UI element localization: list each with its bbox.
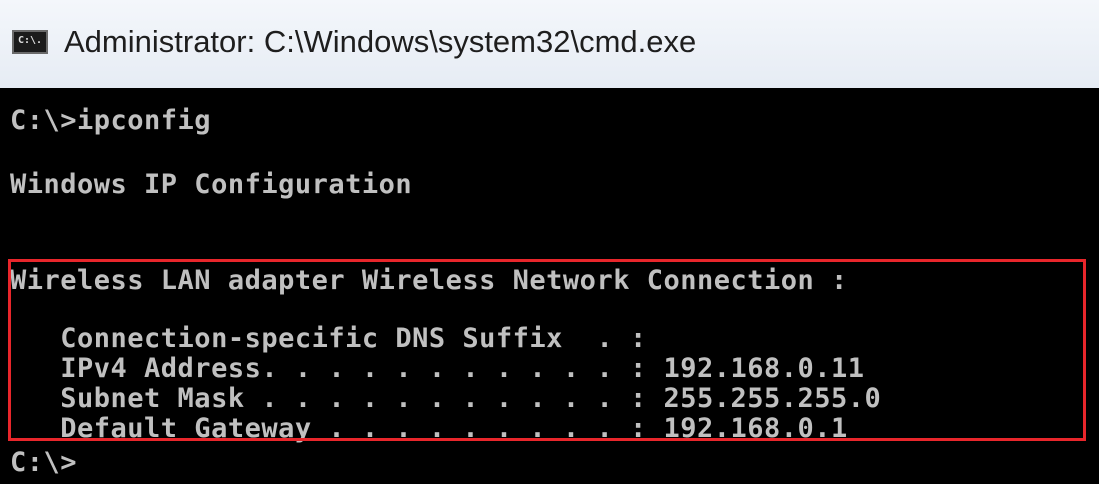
title-bar[interactable]: C:\. Administrator: C:\Windows\system32\…: [0, 0, 1099, 88]
console-output[interactable]: C:\>ipconfig Windows IP Configuration Wi…: [0, 88, 1099, 484]
command-line-ipconfig: C:\>ipconfig: [10, 105, 212, 136]
cmd-console-icon[interactable]: C:\.: [12, 30, 48, 54]
command-prompt[interactable]: C:\>: [10, 448, 77, 478]
cmd-window: C:\. Administrator: C:\Windows\system32\…: [0, 0, 1099, 484]
adapter-highlight-box: [8, 259, 1086, 441]
ip-configuration-heading: Windows IP Configuration: [10, 169, 413, 200]
window-title: Administrator: C:\Windows\system32\cmd.e…: [64, 24, 697, 59]
